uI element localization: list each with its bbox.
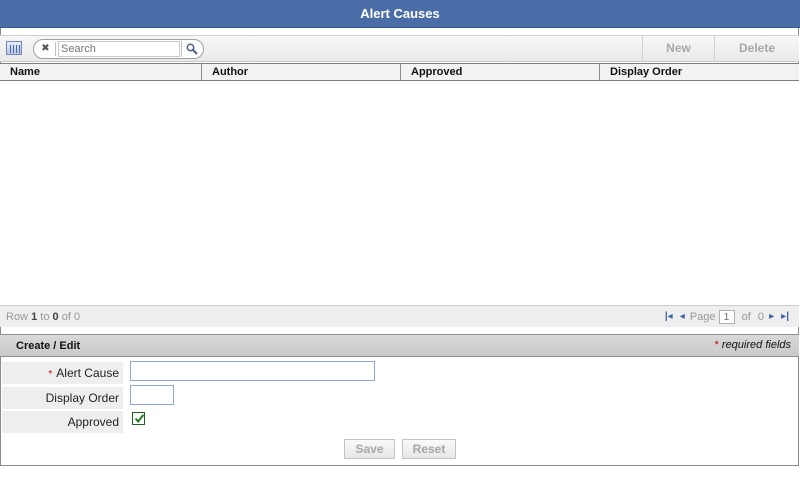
of-word: of [61,311,71,323]
alert-cause-label-text: Alert Cause [56,366,119,380]
page-word: Page [689,311,716,324]
delete-button[interactable]: Delete [714,36,799,61]
magnifier-icon [186,43,198,55]
column-header-display-order[interactable]: Display Order [600,64,799,81]
page-number-input[interactable] [718,310,735,325]
display-order-input[interactable] [130,385,174,405]
page-title: Alert Causes [0,0,800,28]
approved-label: Approved [2,411,123,433]
approved-checkbox[interactable] [132,412,145,425]
required-note: * required fields [715,339,791,351]
first-page-icon[interactable]: |◂ [665,309,673,325]
last-page-icon[interactable]: ▸| [781,309,789,325]
row-info: Row 1 to 0 of 0 [6,311,80,323]
reset-button[interactable]: Reset [402,439,456,459]
search-input[interactable] [58,41,180,57]
page-total: 0 [757,311,765,324]
row-from: 1 [31,311,38,323]
to-word: to [40,311,50,323]
alert-cause-label: * Alert Cause [2,362,123,384]
grid-header: Name Author Approved Display Order [0,63,799,81]
clear-search-icon[interactable]: ✖ [36,42,56,56]
row-to: 0 [52,311,59,323]
column-chooser-icon[interactable] [6,41,22,55]
grid-body [0,81,799,305]
page-of-word: of [741,311,751,324]
next-page-icon[interactable]: ▸ [769,309,774,325]
alert-cause-input[interactable] [130,361,375,381]
new-button[interactable]: New [642,36,714,61]
pager: Row 1 to 0 of 0 |◂ ◂ Page of 0 ▸ ▸| [0,305,799,327]
column-header-name[interactable]: Name [0,64,202,81]
required-star: * [48,369,53,380]
search-box: ✖ [33,39,204,59]
column-header-author[interactable]: Author [202,64,401,81]
pager-nav: |◂ ◂ Page of 0 ▸ ▸| [663,309,791,325]
prev-page-icon[interactable]: ◂ [680,309,685,325]
section-title: Create / Edit [16,340,81,352]
required-star: * [714,339,719,351]
required-note-text: required fields [721,339,791,351]
column-header-approved[interactable]: Approved [401,64,600,81]
display-order-label: Display Order [2,387,123,409]
search-button[interactable] [181,41,201,57]
save-button[interactable]: Save [344,439,395,459]
row-word: Row [6,311,29,323]
grid-toolbar: ✖ New Delete [0,35,799,62]
create-edit-header: Create / Edit * required fields [0,334,799,357]
row-total: 0 [73,311,81,323]
checkmark-icon [134,414,145,424]
